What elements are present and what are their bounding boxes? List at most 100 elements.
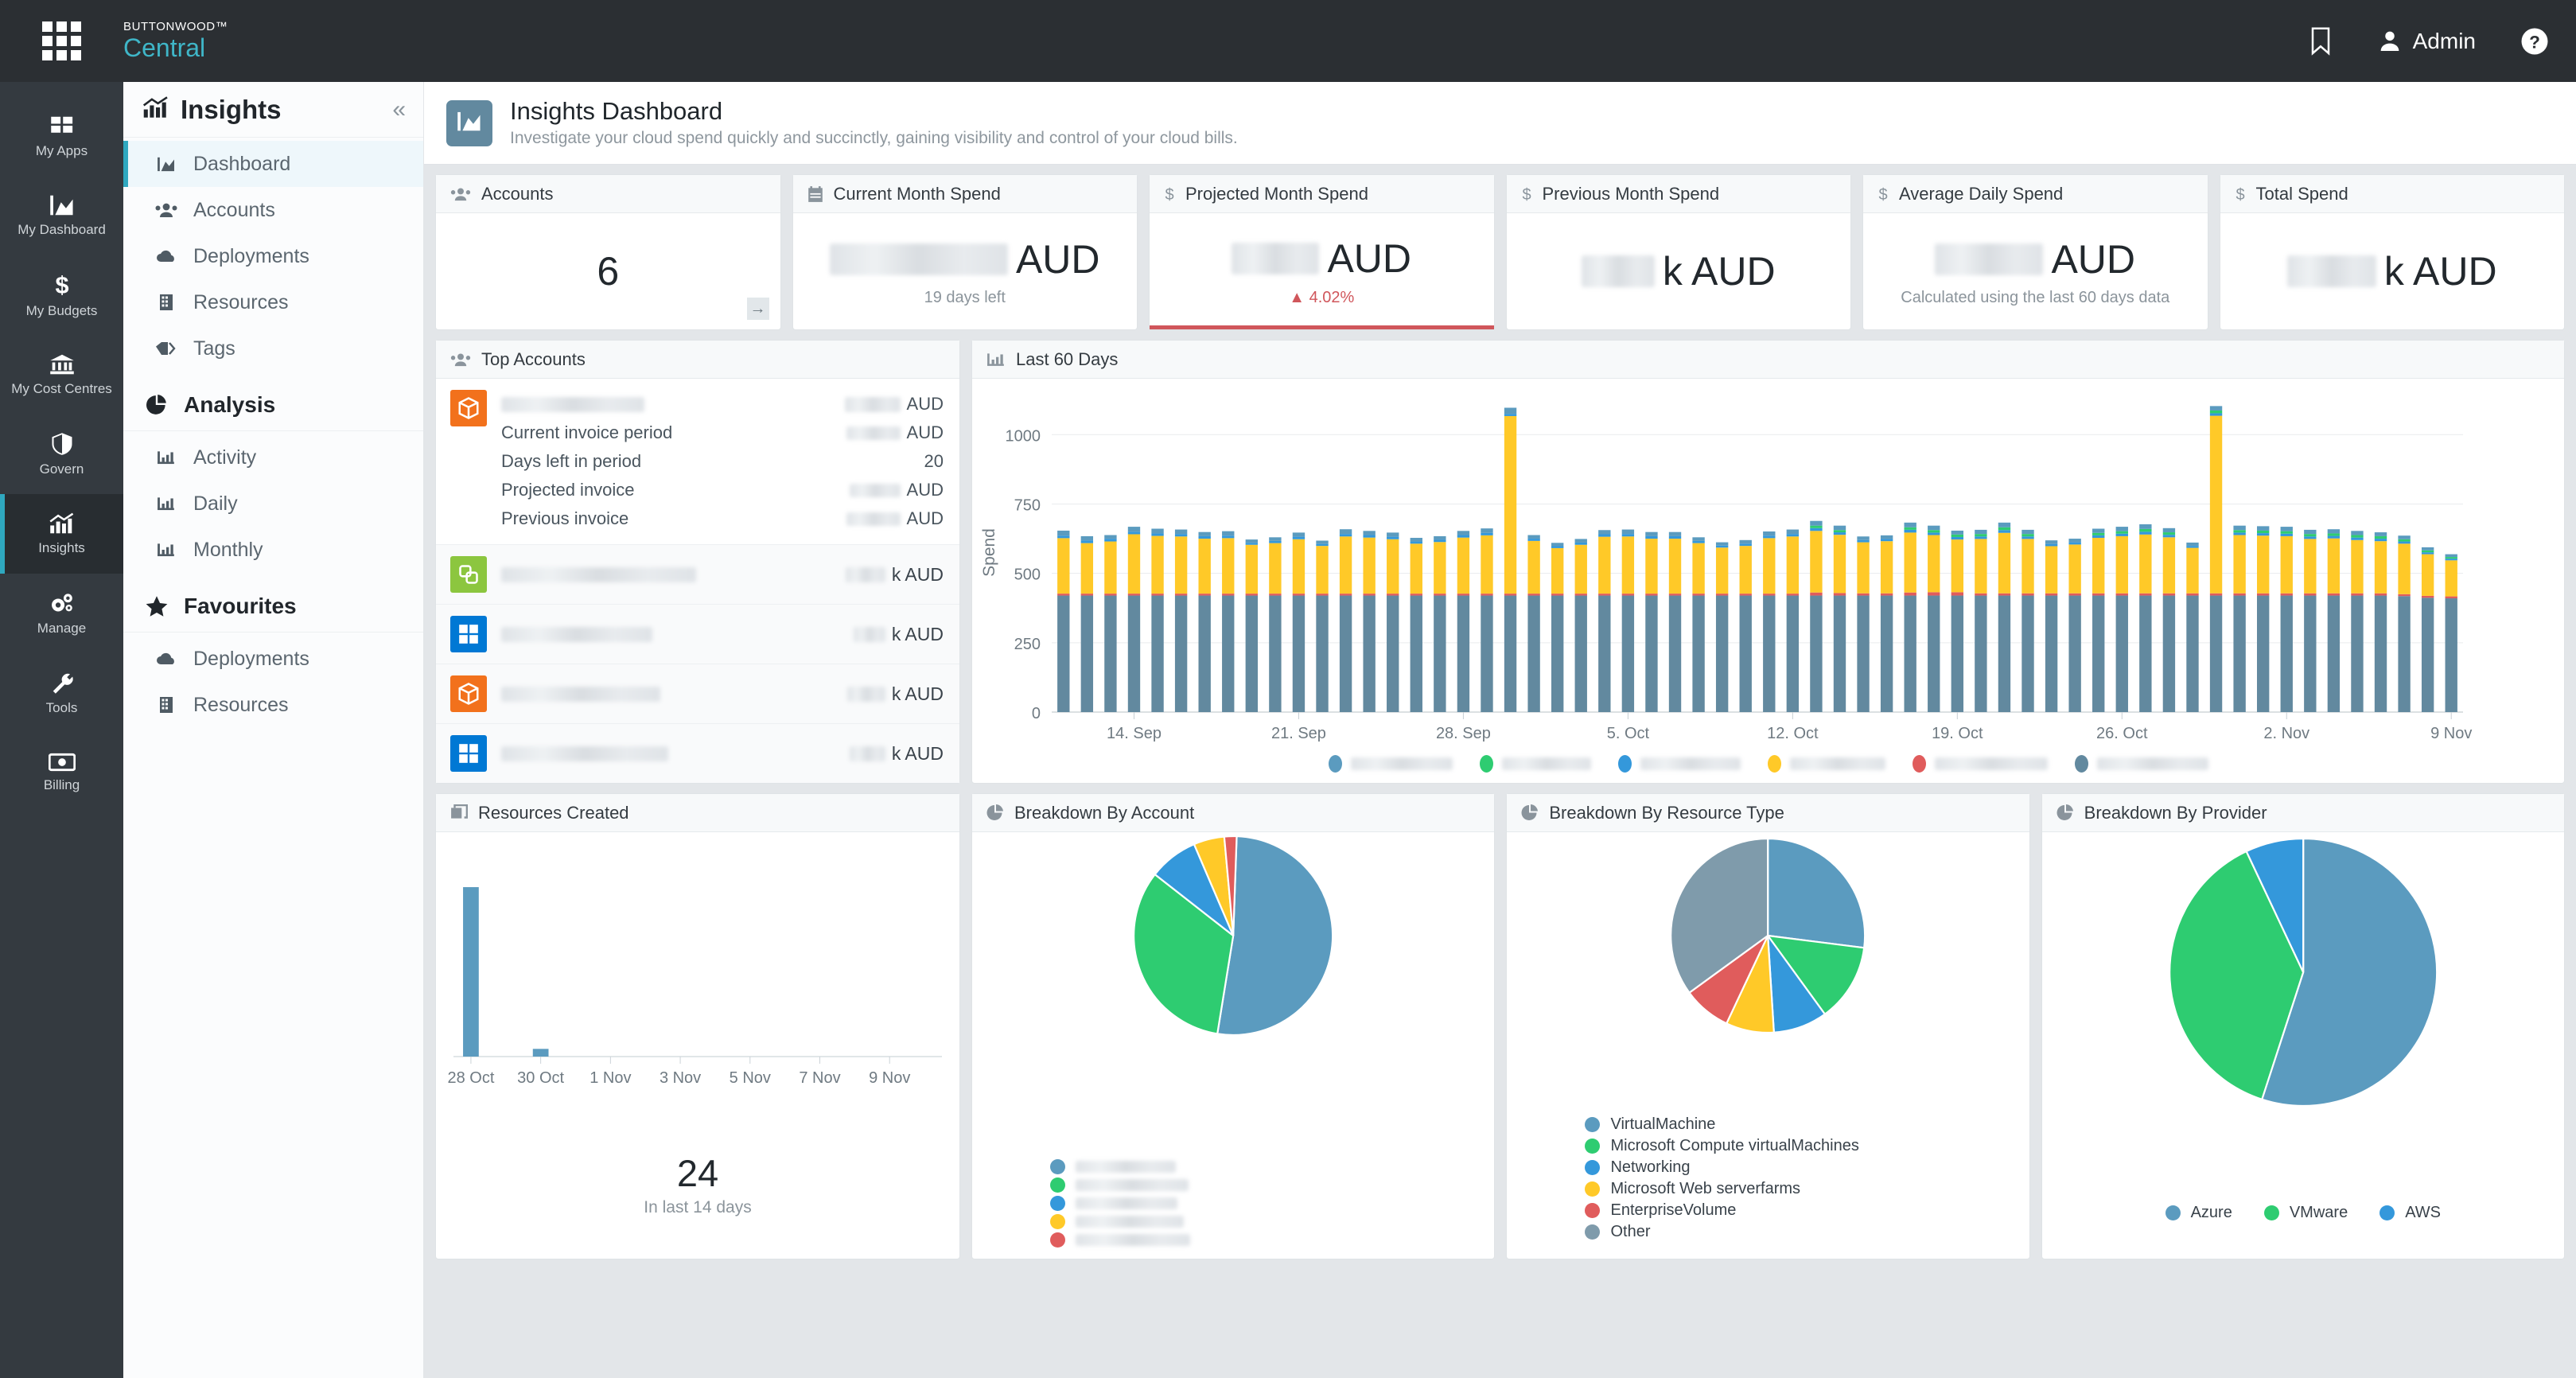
sidebar-item-accounts[interactable]: Accounts (123, 187, 423, 233)
legend-item[interactable]: Other (1585, 1223, 1951, 1241)
sidebar-item-dashboard[interactable]: Dashboard (123, 141, 423, 187)
legend-swatch (2263, 1205, 2279, 1220)
dollar-icon: $ (1521, 185, 1532, 203)
kpi-title: Average Daily Spend (1899, 183, 2064, 204)
legend-swatch (1050, 1196, 1066, 1211)
legend-item[interactable]: Networking (1585, 1158, 1951, 1177)
sidebar-item-activity[interactable]: Activity (123, 434, 423, 481)
sidebar-fav-deployments[interactable]: Deployments (123, 636, 423, 682)
sidebar-header: Insights « (123, 82, 423, 138)
rail-item-my-dashboard[interactable]: My Dashboard (0, 176, 123, 255)
rail-item-manage[interactable]: Manage (0, 574, 123, 653)
help-button[interactable]: ? (2520, 27, 2549, 56)
rail-item-my-cost-centres[interactable]: My Cost Centres (0, 335, 123, 415)
user-menu-button[interactable]: Admin (2377, 29, 2476, 54)
sidebar-item-tags[interactable]: Tags (123, 325, 423, 372)
kpi-accounts[interactable]: Accounts 6 → (435, 174, 781, 330)
legend-item[interactable]: Azure (2165, 1204, 2232, 1222)
kpi-average-daily-spend[interactable]: $ Average Daily Spend AUD Calculated usi… (1862, 174, 2208, 330)
legend-item[interactable] (1912, 755, 2048, 773)
users-icon (154, 202, 179, 218)
legend-swatch (1585, 1224, 1601, 1240)
redacted-amount (846, 512, 901, 526)
svg-text:500: 500 (1014, 566, 1041, 584)
top-account-row[interactable]: k AUD (436, 724, 959, 783)
sidebar-item-label: Dashboard (193, 152, 291, 175)
legend-label (1076, 1179, 1189, 1191)
legend-item[interactable] (1050, 1159, 1416, 1174)
bookmark-button[interactable] (2309, 27, 2333, 56)
account-name-row: k AUD (501, 679, 944, 708)
app-body: My Apps My Dashboard $ My Budgets My Cos… (0, 82, 2576, 1378)
area-chart-icon (49, 194, 75, 216)
kpi-current-month-spend[interactable]: Current Month Spend AUD 19 days left (792, 174, 1138, 330)
top-account-row[interactable]: k AUD (436, 605, 959, 664)
legend-item[interactable] (2074, 755, 2208, 773)
rail-item-insights[interactable]: Insights (0, 494, 123, 574)
pie-chart-resource[interactable] (1507, 832, 2029, 1063)
legend-swatch (1767, 755, 1781, 773)
top-account-row[interactable]: k AUD (436, 664, 959, 724)
rail-label: Govern (39, 461, 84, 477)
top-account-row[interactable]: k AUD (436, 545, 959, 605)
sidebar-collapse-button[interactable]: « (392, 96, 406, 123)
pie-chart-account[interactable] (972, 832, 1494, 1071)
rail-item-my-apps[interactable]: My Apps (0, 96, 123, 176)
kpi-drilldown-button[interactable]: → (746, 298, 769, 320)
sidebar-item-deployments[interactable]: Deployments (123, 233, 423, 279)
legend-item[interactable] (1328, 755, 1453, 773)
legend-item[interactable] (1479, 755, 1591, 773)
rail-item-billing[interactable]: Billing (0, 733, 123, 812)
kpi-previous-month-spend[interactable]: $ Previous Month Spend k AUD (1505, 174, 1851, 330)
legend-item[interactable]: EnterpriseVolume (1585, 1201, 1951, 1220)
rail-item-tools[interactable]: Tools (0, 653, 123, 733)
rail-item-govern[interactable]: Govern (0, 415, 123, 494)
legend-item[interactable] (1050, 1214, 1416, 1229)
legend-swatch (1328, 755, 1342, 773)
apps-icon (50, 114, 74, 138)
legend-item[interactable] (1050, 1196, 1416, 1211)
legend-item[interactable] (1767, 755, 1885, 773)
user-name-label: Admin (2412, 28, 2476, 53)
app-launcher-button[interactable] (0, 21, 123, 60)
brand[interactable]: BUTTONWOOD™ Central (123, 20, 228, 62)
rail-label: Manage (37, 620, 87, 636)
legend-item[interactable]: VMware (2263, 1204, 2348, 1222)
legend-item[interactable] (1050, 1232, 1416, 1248)
building-icon (154, 294, 179, 311)
resources-created-chart[interactable]: 28 Oct 30 Oct 1 Nov 3 Nov 5 Nov 7 Nov 9 Nov (436, 832, 959, 1119)
sidebar-item-daily[interactable]: Daily (123, 481, 423, 527)
breakdown-by-account-card: Breakdown By Account (971, 793, 1496, 1259)
sidebar-item-monthly[interactable]: Monthly (123, 527, 423, 573)
page-header: Insights Dashboard Investigate your clou… (424, 82, 2576, 165)
detail-label: Days left in period (501, 451, 642, 471)
svg-text:5 Nov: 5 Nov (730, 1069, 771, 1087)
sidebar-fav-resources[interactable]: Resources (123, 682, 423, 728)
person-icon (2377, 29, 2403, 54)
rail-item-my-budgets[interactable]: $ My Budgets (0, 255, 123, 335)
svg-text:5. Oct: 5. Oct (1607, 725, 1650, 742)
kpi-unit: k AUD (1662, 249, 1776, 294)
legend-label: Networking (1610, 1158, 1691, 1176)
svg-text:28 Oct: 28 Oct (447, 1069, 494, 1087)
kpi-projected-month-spend[interactable]: $ Projected Month Spend AUD ▲ 4.02% (1149, 174, 1495, 330)
dollar-icon: $ (2235, 185, 2246, 203)
legend-item[interactable]: AWS (2379, 1204, 2441, 1222)
top-account-primary-row[interactable]: AUD Current invoice period AUD Days left… (436, 379, 959, 545)
pie-chart-provider[interactable] (2042, 832, 2564, 1150)
legend-item[interactable]: Microsoft Web serverfarms (1585, 1180, 1951, 1198)
legend-item[interactable]: Microsoft Compute virtualMachines (1585, 1137, 1951, 1155)
main-region: Insights Dashboard Investigate your clou… (424, 82, 2576, 1378)
legend-swatch (1585, 1203, 1601, 1218)
rail-label: My Apps (35, 142, 88, 158)
legend-item[interactable] (1617, 755, 1741, 773)
legend-item[interactable]: VirtualMachine (1585, 1115, 1951, 1134)
page-subtitle: Investigate your cloud spend quickly and… (510, 128, 1238, 147)
area-chart-icon (154, 156, 179, 172)
redacted-amount (845, 566, 885, 582)
provider-aws-icon (450, 675, 487, 712)
last-60-days-chart[interactable]: 0 250 500 750 1000 Spend 14. Sep 21. Sep 28. Sep… (972, 379, 2564, 773)
legend-item[interactable] (1050, 1178, 1416, 1193)
kpi-total-spend[interactable]: $ Total Spend k AUD (2219, 174, 2565, 330)
sidebar-item-resources[interactable]: Resources (123, 279, 423, 325)
